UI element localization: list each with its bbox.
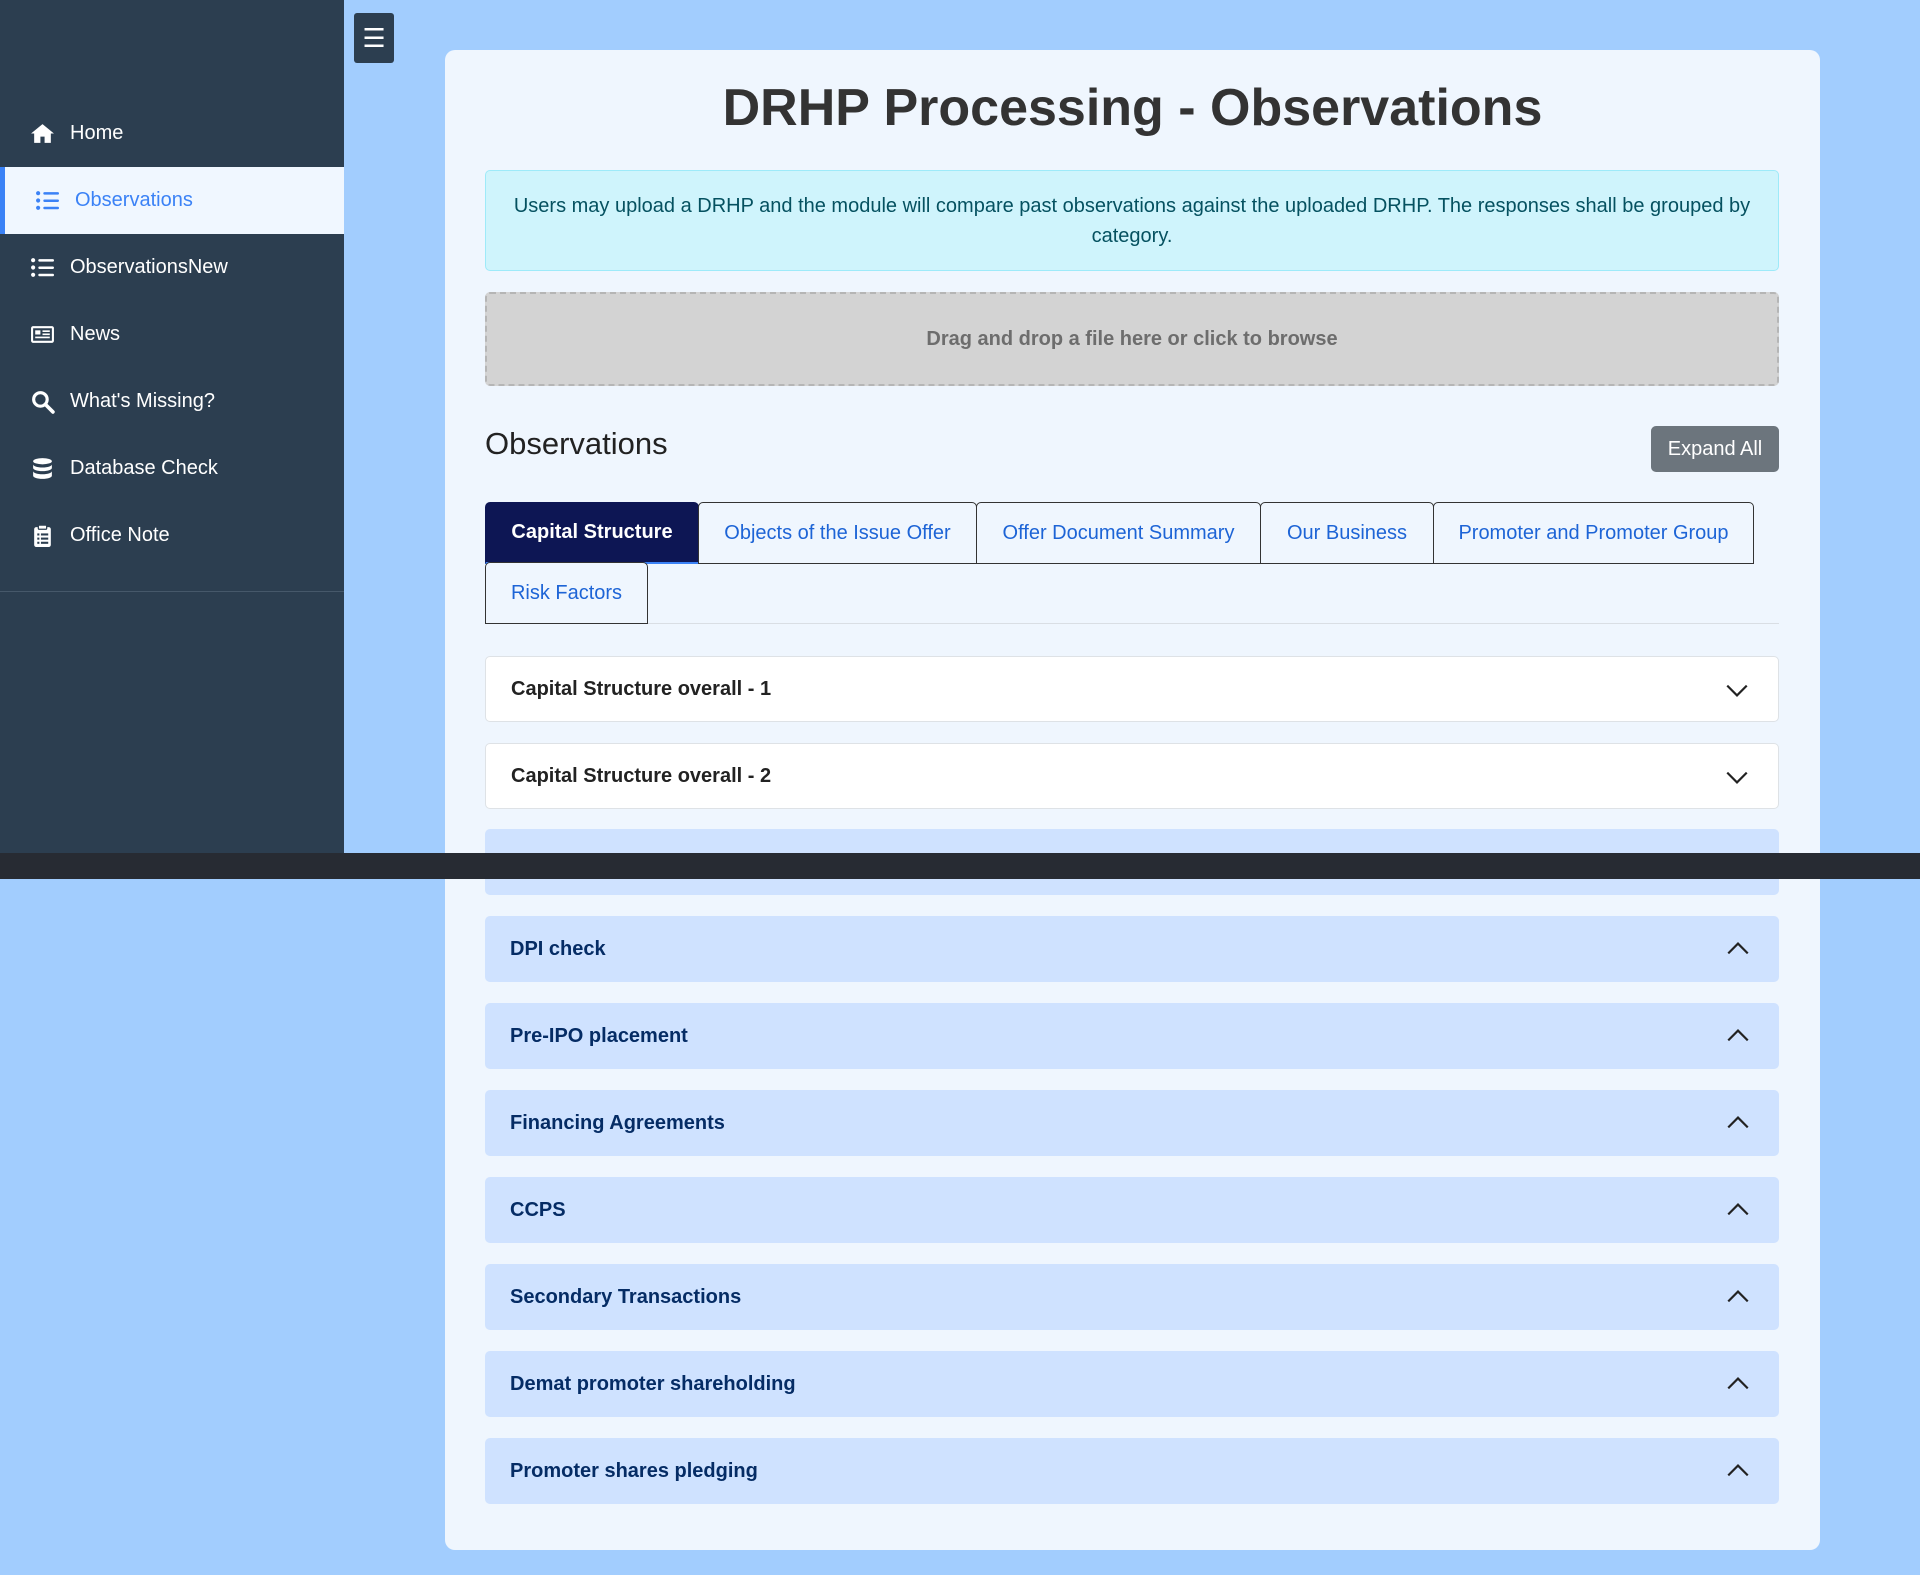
sidebar: Home Observations ObservationsNew News W…	[0, 0, 344, 853]
chevron-up-icon	[1727, 1203, 1749, 1216]
sidebar-item-home[interactable]: Home	[0, 100, 344, 167]
chevron-down-icon	[1726, 684, 1748, 697]
sidebar-nav: Home Observations ObservationsNew News W…	[0, 100, 344, 569]
accordion-item[interactable]: CCPS	[485, 1177, 1779, 1243]
database-icon	[33, 458, 52, 479]
sidebar-item-observations[interactable]: Observations	[0, 167, 344, 234]
accordion-title: Financing Agreements	[510, 1111, 725, 1134]
accordion-title: Capital Structure overall - 2	[511, 764, 772, 787]
sidebar-item-whats-missing[interactable]: What's Missing?	[0, 368, 344, 435]
tab-promoter-group[interactable]: Promoter and Promoter Group	[1433, 502, 1754, 564]
overlay-bar	[0, 853, 1920, 879]
accordion-title: CCPS	[510, 1198, 566, 1221]
main-card: DRHP Processing - Observations Users may…	[445, 50, 1820, 1550]
observations-heading: Observations	[485, 426, 668, 461]
chevron-down-icon	[1726, 771, 1748, 784]
clipboard-icon	[34, 524, 51, 547]
chevron-up-icon	[1727, 1116, 1749, 1129]
sidebar-toggle-button[interactable]: ☰	[354, 13, 394, 63]
tab-offer-document-summary[interactable]: Offer Document Summary	[976, 502, 1261, 564]
tab-objects-of-issue[interactable]: Objects of the Issue Offer	[698, 502, 977, 564]
sidebar-item-observations-new[interactable]: ObservationsNew	[0, 234, 344, 301]
search-icon	[32, 391, 55, 414]
newspaper-icon	[31, 326, 54, 343]
sidebar-divider	[0, 591, 344, 592]
accordion-item[interactable]: Demat promoter shareholding	[485, 1351, 1779, 1417]
expand-all-button[interactable]: Expand All	[1651, 426, 1779, 472]
accordion-item[interactable]: Financing Agreements	[485, 1090, 1779, 1156]
sidebar-item-label: Observations	[75, 189, 193, 211]
page-title: DRHP Processing - Observations	[722, 79, 1543, 137]
accordion-title: DPI check	[510, 937, 606, 960]
home-icon	[31, 124, 54, 143]
sidebar-item-news[interactable]: News	[0, 301, 344, 368]
accordion-title: Pre-IPO placement	[510, 1024, 688, 1047]
accordion-item[interactable]: Pre-IPO placement	[485, 1003, 1779, 1069]
chevron-up-icon	[1727, 942, 1749, 955]
accordion-item[interactable]: DPI check	[485, 916, 1779, 982]
sidebar-item-label: Database Check	[70, 457, 218, 479]
chevron-up-icon	[1727, 1464, 1749, 1477]
sidebar-item-label: News	[70, 323, 121, 345]
sidebar-item-label: What's Missing?	[70, 390, 215, 412]
sidebar-item-label: Home	[70, 122, 124, 144]
category-tabs: Capital Structure Objects of the Issue O…	[485, 502, 1779, 624]
accordion-title: Capital Structure overall - 1	[511, 677, 772, 700]
sidebar-item-label: Office Note	[70, 524, 170, 546]
chevron-up-icon	[1727, 1290, 1749, 1303]
accordion-item[interactable]: Secondary Transactions	[485, 1264, 1779, 1330]
accordion-title: Demat promoter shareholding	[510, 1372, 796, 1395]
tab-capital-structure[interactable]: Capital Structure	[485, 502, 699, 564]
hamburger-icon: ☰	[362, 22, 386, 53]
accordion-item[interactable]: Capital Structure overall - 2	[485, 743, 1779, 809]
chevron-up-icon	[1727, 1029, 1749, 1042]
tab-our-business[interactable]: Our Business	[1260, 502, 1434, 564]
chevron-up-icon	[1727, 1377, 1749, 1390]
sidebar-item-label: ObservationsNew	[70, 256, 228, 278]
info-alert: Users may upload a DRHP and the module w…	[485, 170, 1779, 271]
sidebar-item-office-note[interactable]: Office Note	[0, 502, 344, 569]
tab-risk-factors[interactable]: Risk Factors	[485, 562, 648, 624]
accordion-item[interactable]: Capital Structure overall - 1	[485, 656, 1779, 722]
sidebar-item-database-check[interactable]: Database Check	[0, 435, 344, 502]
accordion-title: Promoter shares pledging	[510, 1459, 758, 1482]
accordion-title: Secondary Transactions	[510, 1285, 742, 1308]
accordion-item[interactable]: Promoter shares pledging	[485, 1438, 1779, 1504]
list-icon	[36, 191, 59, 210]
file-dropzone[interactable]: Drag and drop a file here or click to br…	[485, 292, 1779, 386]
list-icon	[31, 258, 54, 277]
